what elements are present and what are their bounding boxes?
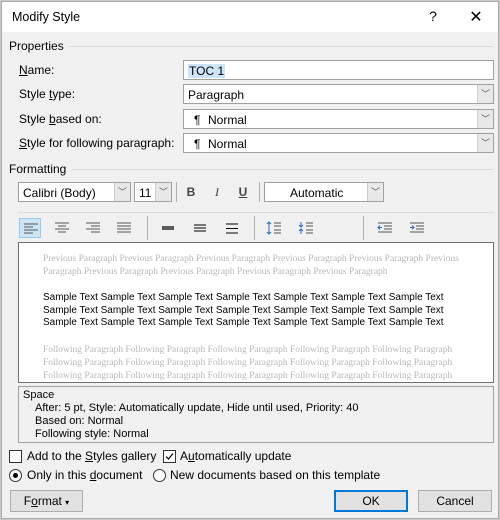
align-center-icon-glyph [55,222,69,233]
one-half-spacing-icon[interactable] [189,218,211,238]
checkmark-icon [165,453,174,460]
add-to-gallery-label: Add to the Styles gallery [27,449,157,463]
chevron-down-icon[interactable]: ﹀ [114,183,130,201]
auto-update-label: Automatically update [180,449,292,463]
align-right-icon[interactable] [82,218,104,238]
decrease-paragraph-spacing-icon-glyph [298,222,313,234]
align-right-icon-glyph [86,222,100,233]
bold-button[interactable]: B [183,185,199,199]
style-preview: Previous Paragraph Previous Paragraph Pr… [18,242,494,383]
chevron-down-icon[interactable]: ﹀ [367,183,383,201]
add-to-gallery-checkbox[interactable] [9,450,22,463]
chevron-down-icon[interactable]: ﹀ [477,110,493,128]
format-menu-button[interactable]: Format ▾ [10,490,83,512]
single-spacing-icon[interactable] [157,218,179,238]
sample-text-preview: Sample Text Sample Text Sample Text Samp… [43,292,444,328]
font-color-select[interactable]: Automatic ﹀ [264,182,384,202]
auto-update-checkbox[interactable] [163,450,176,463]
following-paragraph-preview: Following Paragraph Following Paragraph … [43,345,453,381]
chevron-down-icon[interactable]: ﹀ [477,85,493,103]
name-label: Name: [19,63,55,77]
toolbar-row-divider [18,212,494,213]
decrease-indent-icon[interactable] [374,218,396,238]
font-size-select[interactable]: 11 ﹀ [134,182,172,202]
toolbar-divider [259,182,260,202]
only-this-document-radio[interactable] [9,469,22,482]
section-divider [72,169,493,170]
toolbar-divider [254,216,255,240]
style-type-select[interactable]: Paragraph ﹀ [183,84,494,104]
justify-icon[interactable] [113,218,135,238]
toolbar-divider [363,216,364,240]
ok-button[interactable]: OK [334,490,408,512]
help-button[interactable]: ? [424,8,442,24]
increase-paragraph-spacing-icon-glyph [266,221,281,235]
new-documents-label: New documents based on this template [170,468,381,482]
style-type-label: Style type: [19,87,76,101]
only-this-document-label: Only in this document [27,468,143,482]
following-paragraph-select[interactable]: ¶ Normal ﹀ [183,133,494,153]
underline-button[interactable]: U [235,185,251,199]
align-left-icon-glyph [24,223,38,234]
increase-indent-icon[interactable] [406,218,428,238]
modify-style-dialog: Modify Style ? ✕ Properties Name: TOC 1 … [1,1,499,519]
previous-paragraph-preview: Previous Paragraph Previous Paragraph Pr… [43,254,459,277]
align-left-icon[interactable] [19,218,41,238]
chevron-down-icon[interactable]: ﹀ [477,134,493,152]
chevron-down-icon[interactable]: ﹀ [155,183,171,201]
style-description: Space After: 5 pt, Style: Automatically … [18,386,494,443]
cancel-button[interactable]: Cancel [418,490,492,512]
properties-section-label: Properties [9,39,64,53]
following-paragraph-label: Style for following paragraph: [19,136,175,150]
increase-paragraph-spacing-icon[interactable] [263,218,285,238]
double-spacing-icon[interactable] [221,218,243,238]
caret-down-icon: ▾ [65,498,70,507]
close-button[interactable]: ✕ [467,7,485,27]
paragraph-mark-icon: ¶ [194,137,201,151]
single-spacing-icon-glyph [162,226,174,230]
toolbar-divider [176,182,177,202]
double-spacing-icon-glyph [226,223,238,234]
decrease-indent-icon-glyph [377,222,392,233]
name-input[interactable]: TOC 1 [183,60,494,80]
based-on-select[interactable]: ¶ Normal ﹀ [183,109,494,129]
formatting-section-label: Formatting [9,162,67,176]
align-center-icon[interactable] [51,218,73,238]
italic-button[interactable]: I [209,185,225,200]
font-select[interactable]: Calibri (Body) ﹀ [18,182,131,202]
new-documents-radio[interactable] [153,469,166,482]
increase-indent-icon-glyph [410,222,424,233]
section-divider [68,46,493,47]
paragraph-mark-icon: ¶ [194,113,201,127]
justify-icon-glyph [117,222,131,233]
based-on-label: Style based on: [19,112,102,126]
toolbar-divider [147,216,148,240]
title-bar: Modify Style ? ✕ [2,2,498,32]
decrease-paragraph-spacing-icon[interactable] [295,218,317,238]
dialog-title: Modify Style [12,10,81,24]
one-half-spacing-icon-glyph [194,224,206,232]
